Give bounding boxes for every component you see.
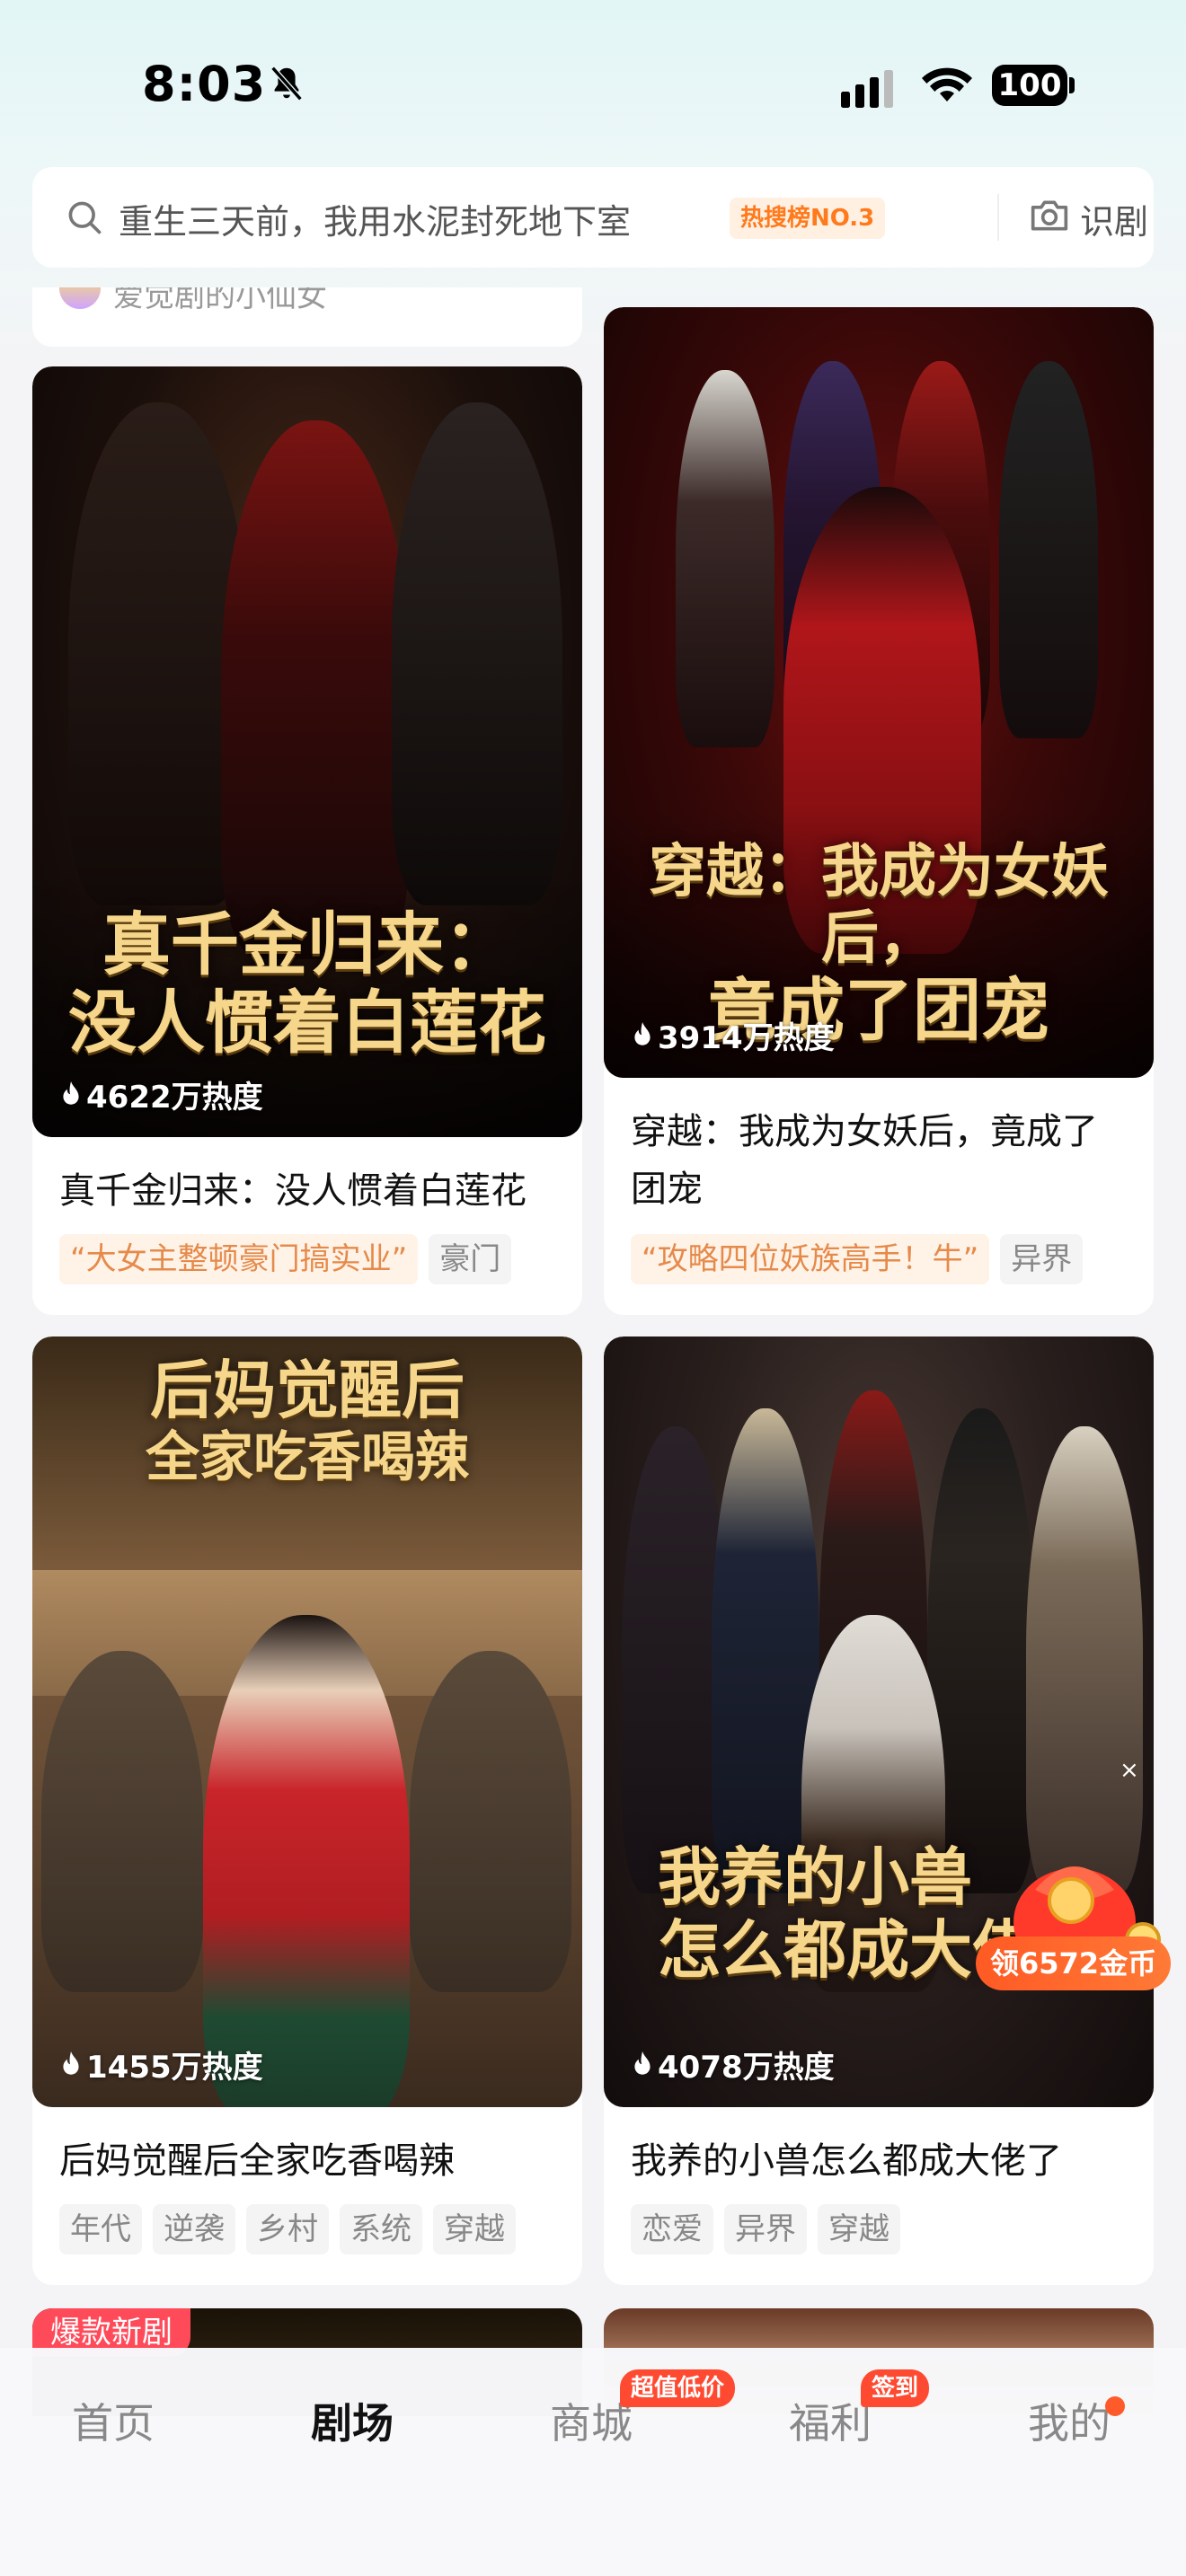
status-time: 8:03 [142,56,267,112]
camera-icon[interactable] [1028,196,1071,235]
poster-figure [999,361,1098,738]
poster-title: 真千金归来： 没人惯着白莲花 [68,904,546,1063]
tag[interactable]: 逆袭 [153,2204,235,2254]
tab-mine[interactable]: 我的 [979,2391,1159,2450]
poster-figure [203,1615,410,2107]
tab-theater[interactable]: 剧场 [262,2391,442,2450]
notification-dot [1105,2396,1125,2416]
drama-poster[interactable]: 真千金归来： 没人惯着白莲花 4622万热度 [32,366,582,1137]
heat-count: 1455万热度 [59,2042,263,2086]
avatar [59,287,101,309]
poster-figure [392,402,562,905]
search-divider [997,194,999,241]
battery-level: 100 [992,65,1067,106]
battery-icon: 100 [992,65,1075,106]
drama-poster[interactable]: 后妈觉醒后 全家吃香喝辣 1455万热度 [32,1337,582,2107]
flame-icon [634,1021,651,1045]
heat-count: 4622万热度 [59,1072,263,1116]
tag[interactable]: 异界 [724,2204,807,2254]
tag-list: “大女主整顿豪门搞实业” 豪门 [59,1234,512,1284]
drama-card[interactable]: 真千金归来： 没人惯着白莲花 4622万热度 真千金归来：没人惯着白莲花 “大女… [32,366,582,1315]
bottom-tab-bar: 首页 剧场 商城 超值低价 福利 签到 我的 [0,2348,1186,2576]
drama-card[interactable]: 后妈觉醒后 全家吃香喝辣 1455万热度 后妈觉醒后全家吃香喝辣 年代 逆袭 乡… [32,1337,582,2285]
close-icon[interactable]: × [1120,1757,1139,1784]
drama-title[interactable]: 真千金归来：没人惯着白莲花 [59,1162,561,1220]
tag-list: 恋爱 异界 穿越 [631,2204,900,2254]
hot-search-badge: 热搜榜NO.3 [730,198,886,239]
tag-list: 年代 逆袭 乡村 系统 穿越 [59,2204,516,2254]
tag[interactable]: 异界 [1000,1234,1084,1284]
claim-coins-button[interactable]: 领6572金币 [976,1936,1172,1990]
heat-count: 4078万热度 [631,2042,835,2086]
tab-home[interactable]: 首页 [23,2391,203,2450]
drama-title[interactable]: 后妈觉醒后全家吃香喝辣 [59,2132,561,2190]
partial-card[interactable]: 爱觉剧的小仙女 [32,287,582,347]
search-icon [68,201,102,234]
poster-title: 后妈觉醒后 全家吃香喝辣 [146,1353,469,1489]
tag[interactable]: 穿越 [818,2204,900,2254]
drama-title[interactable]: 我养的小兽怎么都成大佬了 [631,2132,1132,2190]
signal-icon [841,70,893,108]
drama-card[interactable]: 穿越：我成为女妖后， 竟成了团宠 3914万热度 穿越：我成为女妖后，竟成了团宠… [604,307,1154,1315]
tag[interactable]: “大女主整顿豪门搞实业” [59,1234,419,1284]
tag[interactable]: 穿越 [433,2204,516,2254]
recognize-drama-button[interactable]: 识剧 [1080,194,1148,243]
wifi-icon [922,67,972,101]
tag[interactable]: 年代 [59,2204,142,2254]
tag[interactable]: “攻略四位妖族高手！牛” [631,1234,990,1284]
heat-count: 3914万热度 [631,1013,835,1057]
welfare-badge: 签到 [861,2369,930,2407]
poster-figure [676,370,774,747]
poster-figure [41,1651,203,1992]
drama-poster[interactable]: 穿越：我成为女妖后， 竟成了团宠 3914万热度 [604,307,1154,1078]
search-bar[interactable]: 重生三天前，我用水泥封死地下室 热搜榜NO.3 识剧 [32,167,1154,268]
tag[interactable]: 乡村 [246,2204,329,2254]
flame-icon [63,1081,79,1105]
flame-icon [63,2051,79,2075]
mall-badge: 超值低价 [620,2369,736,2407]
tag[interactable]: 系统 [340,2204,422,2254]
status-bar: 8:03 100 [0,0,1186,171]
poster-figure [410,1651,571,1992]
search-input[interactable]: 重生三天前，我用水泥封死地下室 [119,194,631,243]
drama-title[interactable]: 穿越：我成为女妖后，竟成了团宠 [631,1103,1132,1218]
tag[interactable]: 恋爱 [631,2204,713,2254]
tag[interactable]: 豪门 [429,1234,512,1284]
flame-icon [634,2051,651,2075]
bell-slash-icon [270,66,303,101]
tag-list: “攻略四位妖族高手！牛” 异界 [631,1234,1084,1284]
